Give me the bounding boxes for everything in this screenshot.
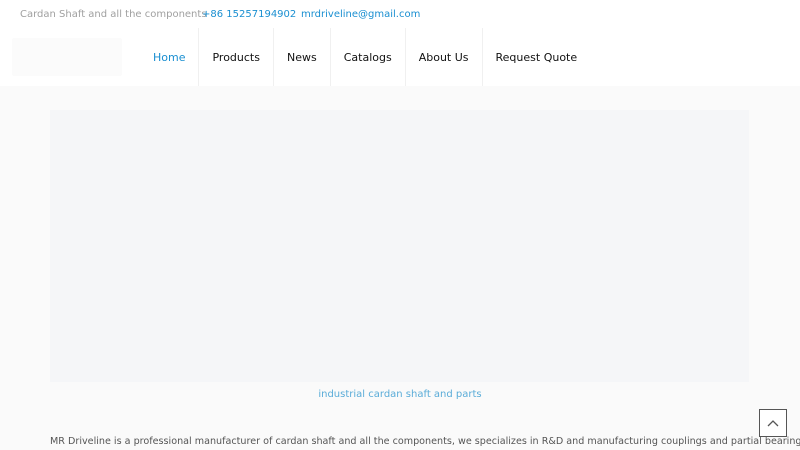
nav-item-home[interactable]: Home <box>140 28 200 86</box>
main-content: industrial cardan shaft and parts MR Dri… <box>0 86 800 450</box>
nav-item-request-quote[interactable]: Request Quote <box>483 28 591 86</box>
site-header: Home Products News Catalogs About Us Req… <box>0 28 800 86</box>
email-link[interactable]: mrdriveline@gmail.com <box>301 9 420 20</box>
nav-item-about-us[interactable]: About Us <box>406 28 483 86</box>
chevron-up-icon <box>767 419 779 427</box>
hero-image <box>50 110 749 382</box>
site-logo[interactable] <box>12 38 122 76</box>
tagline: Cardan Shaft and all the components <box>20 9 207 20</box>
top-bar: Cardan Shaft and all the components +86 … <box>0 0 800 28</box>
phone-link[interactable]: +86 15257194902 <box>202 9 296 20</box>
nav-item-catalogs[interactable]: Catalogs <box>331 28 406 86</box>
nav-item-news[interactable]: News <box>274 28 331 86</box>
main-nav: Home Products News Catalogs About Us Req… <box>140 28 590 86</box>
back-to-top-button[interactable] <box>759 409 787 437</box>
nav-item-products[interactable]: Products <box>199 28 274 86</box>
hero-caption: industrial cardan shaft and parts <box>318 389 482 400</box>
intro-text: MR Driveline is a professional manufactu… <box>50 436 800 447</box>
